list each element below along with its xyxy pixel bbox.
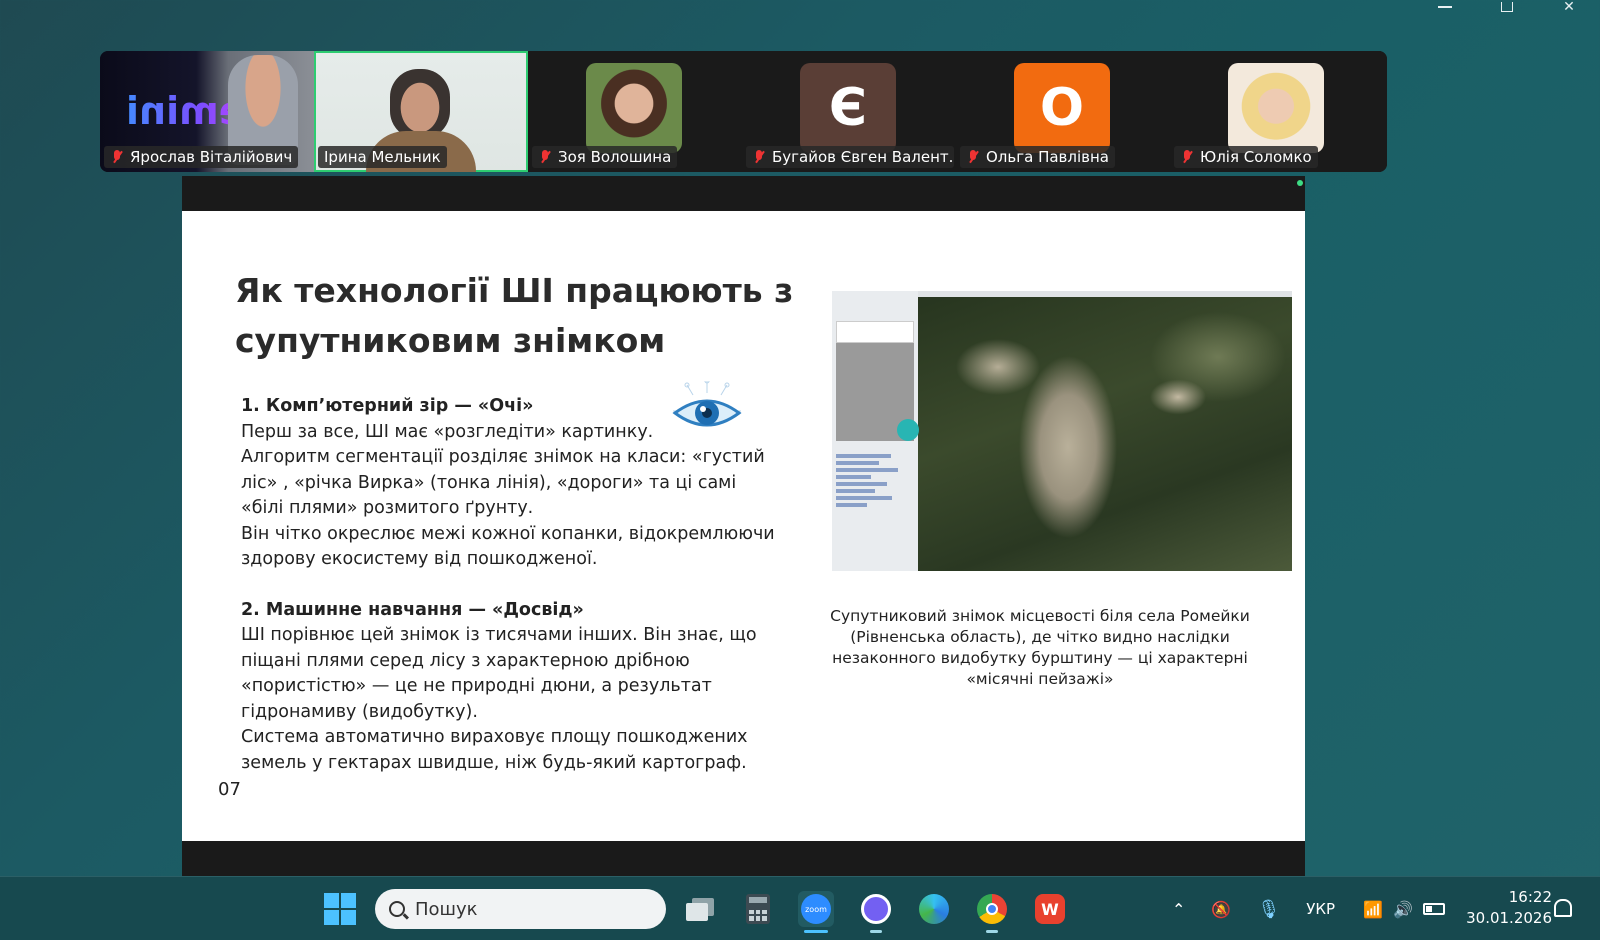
restore-button[interactable] xyxy=(1476,0,1538,14)
running-app-indicator xyxy=(986,930,998,933)
close-icon: ✕ xyxy=(1563,0,1575,15)
clock[interactable]: 16:22 30.01.2026 xyxy=(1462,887,1552,929)
clock-time: 16:22 xyxy=(1508,888,1552,906)
map-place-card xyxy=(836,321,914,343)
participant-tile[interactable]: Зоя Волошина xyxy=(528,51,742,172)
participant-name-bar: Ярослав Віталійович xyxy=(104,146,299,168)
taskbar: Пошук zoom W ⌃ 🔕 🎙 УКР � xyxy=(0,876,1600,940)
participant-tile[interactable]: Gemini Ярослав Віталійович xyxy=(100,51,314,172)
window-controls: ✕ xyxy=(1414,0,1600,15)
slide-paragraph: ШІ порівнює цей знімок із тисячами інших… xyxy=(241,625,757,722)
wifi-icon[interactable]: 📶 xyxy=(1363,900,1383,919)
chrome-icon xyxy=(977,894,1007,924)
notifications-muted-icon[interactable]: 🔕 xyxy=(1211,900,1231,919)
muted-mic-icon xyxy=(110,149,124,165)
participant-tile[interactable]: О Ольга Павлівна xyxy=(956,51,1170,172)
notification-bell-icon[interactable] xyxy=(1554,899,1572,917)
language-indicator[interactable]: УКР xyxy=(1306,900,1335,918)
participant-name: Бугайов Євген Валент... xyxy=(772,148,954,166)
participant-name-bar: Ольга Павлівна xyxy=(960,146,1115,168)
running-app-indicator xyxy=(870,930,882,933)
participant-name: Ярослав Віталійович xyxy=(130,148,293,166)
presentation-slide: Як технології ШІ працюють з супутниковим… xyxy=(182,211,1305,841)
participant-name: Зоя Волошина xyxy=(558,148,672,166)
zoom-app[interactable]: zoom xyxy=(798,891,834,933)
calculator-icon xyxy=(746,894,770,924)
viber-icon xyxy=(861,894,891,924)
participant-tile-active-speaker[interactable]: Ірина Мельник xyxy=(314,51,528,172)
participant-name-bar: Зоя Волошина xyxy=(532,146,678,168)
participant-name: Юлія Соломко xyxy=(1200,148,1312,166)
clock-date: 30.01.2026 xyxy=(1466,909,1552,927)
slide-paragraph: Система автоматично вираховує площу пошк… xyxy=(241,727,748,773)
edge-icon xyxy=(919,894,949,924)
windows-icon-tile xyxy=(341,893,356,908)
muted-mic-icon xyxy=(538,149,552,165)
taskbar-search[interactable]: Пошук xyxy=(375,889,666,929)
avatar-letter: Є xyxy=(800,63,896,153)
participant-name: Ірина Мельник xyxy=(324,148,441,166)
slide-paragraph: Перш за все, ШІ має «розгледіти» картинк… xyxy=(241,421,654,442)
profile-photo xyxy=(1228,63,1324,153)
minimize-button[interactable] xyxy=(1414,0,1476,14)
restore-icon xyxy=(1501,2,1513,12)
zoom-icon: zoom xyxy=(801,894,831,924)
wps-office-app[interactable]: W xyxy=(1032,891,1068,927)
annotation-cursor xyxy=(897,419,919,441)
volume-icon[interactable]: 🔊 xyxy=(1393,900,1413,919)
microphone-icon[interactable]: 🎙 xyxy=(1257,899,1280,920)
section-heading: 2. Машинне навчання — «Досвід» xyxy=(241,599,584,620)
windows-icon-tile xyxy=(341,910,356,925)
viber-app[interactable] xyxy=(858,891,894,933)
edge-app[interactable] xyxy=(916,891,952,927)
chrome-app[interactable] xyxy=(974,891,1010,933)
task-view-button[interactable] xyxy=(682,891,718,927)
minimize-icon xyxy=(1438,6,1452,8)
participant-name-bar: Бугайов Євген Валент... xyxy=(746,146,954,168)
search-placeholder: Пошук xyxy=(415,898,478,920)
participant-tile[interactable]: Є Бугайов Євген Валент... xyxy=(742,51,956,172)
slide-paragraph: Він чітко окреслює межі кожної копанки, … xyxy=(241,523,775,570)
participant-name: Ольга Павлівна xyxy=(986,148,1109,166)
participant-name-bar: Ірина Мельник xyxy=(318,146,447,168)
start-button[interactable] xyxy=(322,891,358,927)
satellite-map xyxy=(918,297,1292,571)
show-hidden-icons-button[interactable]: ⌃ xyxy=(1172,900,1185,919)
battery-level xyxy=(1425,906,1432,912)
slide-number: 07 xyxy=(218,779,241,800)
muted-mic-icon xyxy=(752,149,766,165)
slide-body: 1. Комп’ютерний зір — «Очі» Перш за все,… xyxy=(241,394,781,776)
participant-name-bar: Юлія Соломко xyxy=(1174,146,1318,168)
task-view-icon xyxy=(686,898,714,921)
windows-icon-tile xyxy=(324,910,339,925)
muted-mic-icon xyxy=(1180,149,1194,165)
wps-office-icon: W xyxy=(1035,894,1065,924)
participant-video xyxy=(390,69,450,139)
muted-mic-icon xyxy=(966,149,980,165)
sharing-indicator xyxy=(1297,180,1303,186)
participant-tile[interactable]: Юлія Соломко xyxy=(1170,51,1387,172)
search-icon xyxy=(389,901,405,917)
section-heading: 1. Комп’ютерний зір — «Очі» xyxy=(241,396,534,416)
active-app-indicator xyxy=(804,930,828,933)
close-button[interactable]: ✕ xyxy=(1538,0,1600,15)
windows-icon xyxy=(324,893,339,908)
slide-paragraph: Алгоритм сегментації розділяє знімок на … xyxy=(241,447,765,518)
calculator-app[interactable] xyxy=(740,891,776,927)
map-layer-list xyxy=(836,451,914,510)
image-caption: Супутниковий знімок місцевості біля села… xyxy=(830,607,1250,688)
battery-icon[interactable] xyxy=(1422,903,1445,915)
avatar-letter: О xyxy=(1014,63,1110,153)
participant-strip: Gemini Ярослав Віталійович Ірина Мельник… xyxy=(100,51,1387,172)
slide-title: Як технології ШІ працюють з супутниковим… xyxy=(235,271,794,360)
system-tray: ⌃ 🔕 🎙 УКР 📶 🔊 xyxy=(1172,877,1445,940)
profile-photo xyxy=(586,63,682,153)
